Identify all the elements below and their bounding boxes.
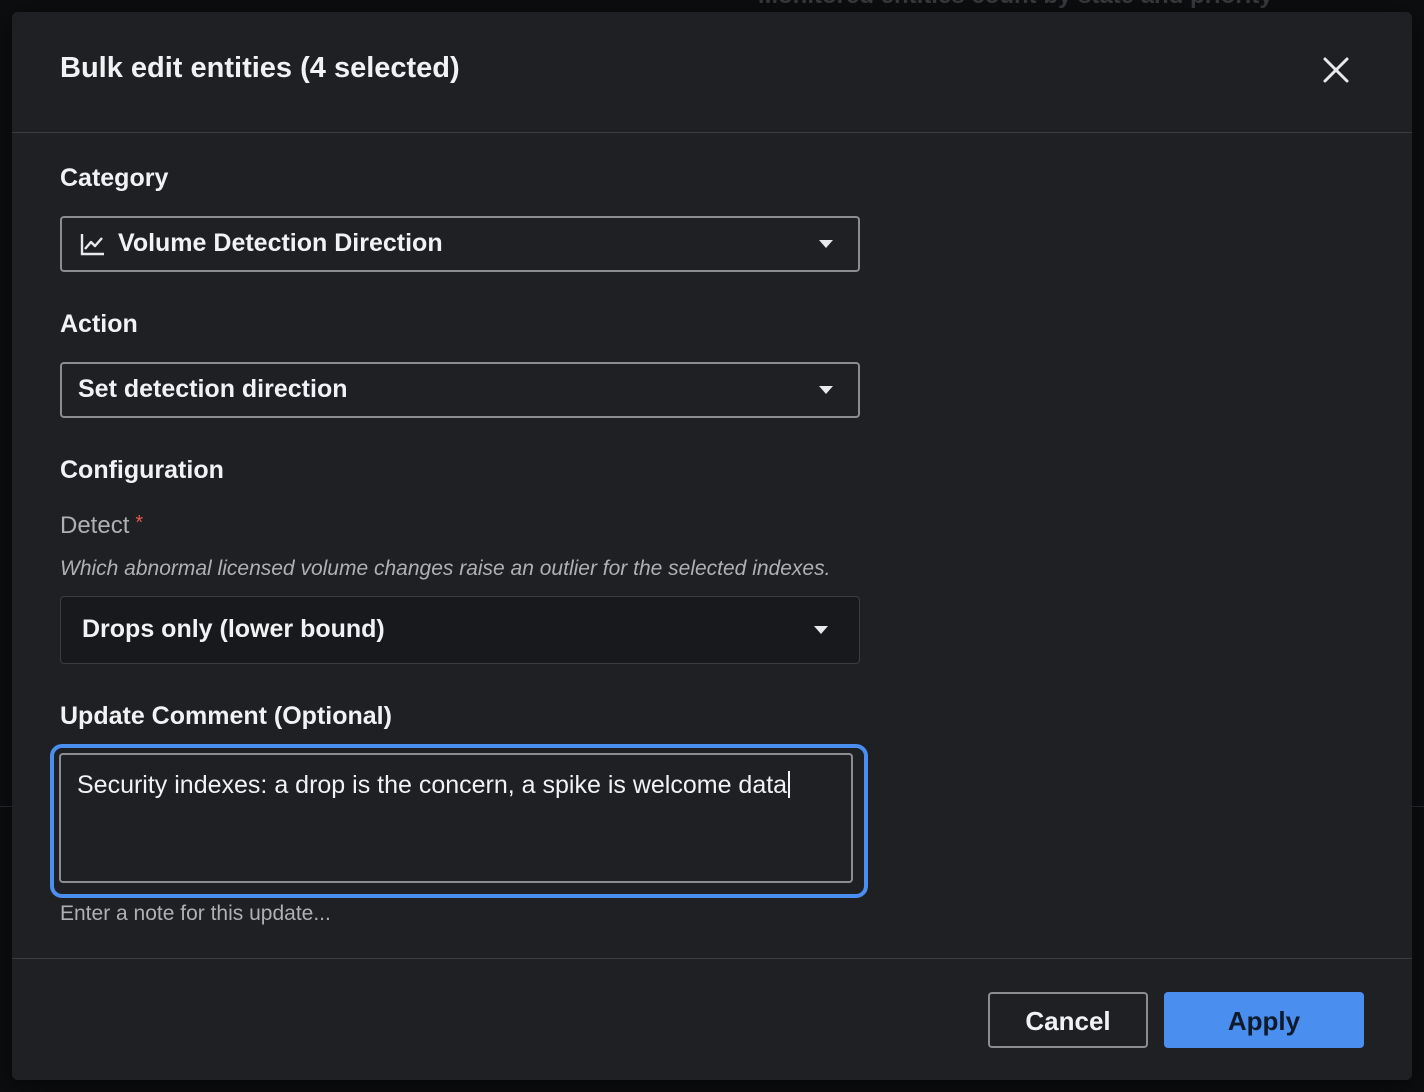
line-chart-icon: [80, 234, 104, 256]
close-button[interactable]: [1316, 50, 1356, 90]
action-selected-value: Set detection direction: [78, 375, 348, 403]
bulk-edit-dialog: Bulk edit entities (4 selected) Category…: [12, 12, 1412, 1080]
comment-text: Security indexes: a drop is the concern,…: [77, 771, 788, 799]
comment-label: Update Comment (Optional): [60, 702, 392, 730]
comment-hint: Enter a note for this update...: [60, 902, 331, 925]
action-label: Action: [60, 310, 138, 338]
category-select[interactable]: Volume Detection Direction: [60, 216, 860, 272]
dialog-title: Bulk edit entities (4 selected): [60, 52, 460, 84]
chevron-down-icon: [819, 386, 833, 394]
dialog-header: Bulk edit entities (4 selected): [12, 12, 1412, 133]
detect-select[interactable]: Drops only (lower bound): [60, 596, 860, 664]
footer-divider: [12, 958, 1412, 959]
category-selected-value: Volume Detection Direction: [118, 229, 443, 257]
text-cursor: [788, 771, 791, 798]
cancel-button[interactable]: Cancel: [988, 992, 1148, 1048]
action-select[interactable]: Set detection direction: [60, 362, 860, 418]
apply-button[interactable]: Apply: [1164, 992, 1364, 1048]
detect-label: Detect *: [60, 512, 143, 540]
chevron-down-icon: [819, 240, 833, 248]
comment-textarea[interactable]: Security indexes: a drop is the concern,…: [59, 753, 853, 883]
detect-label-text: Detect: [60, 512, 130, 539]
background-chart-heading: Monitored entities count by state and pr…: [758, 0, 1273, 10]
chevron-down-icon: [814, 626, 828, 634]
detect-help-text: Which abnormal licensed volume changes r…: [60, 557, 831, 580]
close-icon: [1323, 57, 1349, 83]
category-label: Category: [60, 164, 169, 192]
required-marker: *: [135, 512, 144, 534]
configuration-label: Configuration: [60, 456, 224, 484]
detect-selected-value: Drops only (lower bound): [82, 615, 385, 643]
comment-focus-ring: Security indexes: a drop is the concern,…: [50, 744, 868, 898]
